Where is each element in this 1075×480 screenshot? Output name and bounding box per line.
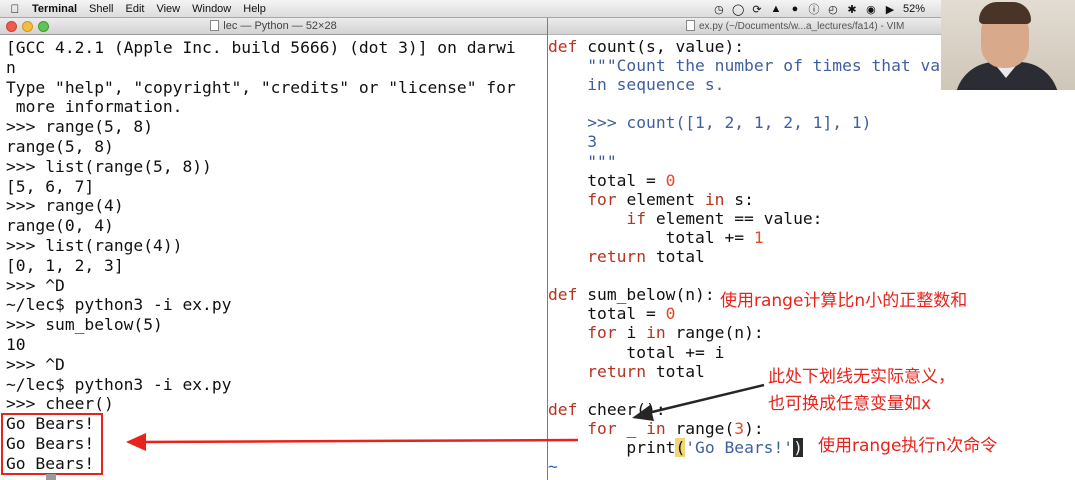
arrow-to-output-head bbox=[126, 433, 146, 451]
arrow-to-output bbox=[139, 438, 579, 444]
annotation-arrows bbox=[126, 383, 765, 451]
arrow-to-underscore-head bbox=[632, 405, 654, 421]
text-cursor bbox=[46, 474, 56, 480]
arrow-to-underscore bbox=[647, 383, 765, 415]
